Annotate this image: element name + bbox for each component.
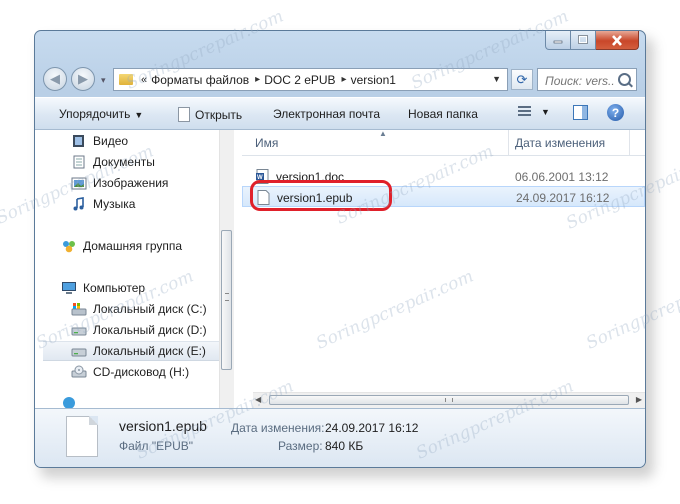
maximize-icon: [578, 35, 588, 44]
nav-label: CD-дисковод (H:): [93, 365, 190, 379]
folder-icon: [119, 74, 133, 85]
nav-item-drive-e[interactable]: Локальный диск (E:): [43, 341, 219, 361]
nav-label: Локальный диск (C:): [93, 302, 207, 316]
refresh-icon: ⟳: [516, 71, 528, 87]
open-label: Открыть: [195, 108, 243, 122]
email-button[interactable]: Электронная почта: [273, 107, 380, 121]
homegroup-icon: [63, 241, 75, 253]
documents-library-icon: [73, 155, 85, 169]
file-date: 24.09.2017 16:12: [516, 191, 610, 205]
details-size-value: 840 КБ: [325, 439, 364, 453]
organize-button[interactable]: Упорядочить ▼: [59, 107, 143, 121]
horizontal-scrollbar-thumb[interactable]: [269, 395, 629, 405]
details-modified-label: Дата изменения:: [231, 421, 325, 435]
highlight-ring: [250, 180, 392, 211]
back-arrow-icon: ◀: [50, 71, 60, 86]
nav-label: Документы: [93, 155, 155, 169]
change-view-button[interactable]: [518, 106, 531, 119]
file-thumbnail-icon: [66, 416, 98, 457]
scroll-left-icon[interactable]: ◀: [255, 395, 261, 404]
details-modified-value: 24.09.2017 16:12: [325, 421, 419, 435]
details-file-name: version1.epub: [119, 418, 207, 434]
scroll-right-icon[interactable]: ▶: [636, 395, 642, 404]
address-row: ◀ ▶ ▾ « Форматы файлов ▸ DOC 2 ePUB ▸ ve…: [35, 65, 645, 95]
breadcrumb-item[interactable]: Форматы файлов: [151, 73, 249, 87]
nav-label: Домашняя группа: [83, 239, 183, 253]
new-folder-button[interactable]: Новая папка: [408, 107, 478, 121]
close-button[interactable]: [596, 31, 639, 50]
caption-buttons: [545, 31, 639, 50]
open-button[interactable]: Открыть: [178, 107, 242, 122]
breadcrumb-overflow[interactable]: «: [141, 74, 147, 86]
column-divider[interactable]: [629, 130, 630, 155]
recent-pages-dropdown[interactable]: ▾: [101, 75, 106, 86]
system-drive-icon: [71, 303, 87, 316]
refresh-button[interactable]: ⟳: [511, 69, 533, 90]
computer-icon: [62, 282, 76, 294]
breadcrumb-separator-icon[interactable]: ▸: [342, 74, 347, 85]
help-icon[interactable]: ?: [607, 104, 624, 121]
document-icon: [178, 107, 190, 122]
details-file-type: Файл "EPUB": [119, 439, 194, 453]
nav-label: Компьютер: [83, 281, 146, 295]
drive-icon: [71, 348, 87, 357]
breadcrumb-item[interactable]: version1: [351, 73, 396, 87]
content-area: Видео Документы Изображения Музыка Домаш…: [35, 129, 645, 408]
address-dropdown-icon[interactable]: ▼: [492, 74, 501, 84]
sort-ascending-icon: ▲: [379, 129, 387, 138]
video-library-icon: [73, 135, 84, 147]
cd-drive-icon: [71, 365, 87, 378]
minimize-button[interactable]: [545, 31, 571, 50]
file-date: 06.06.2001 13:12: [515, 170, 609, 184]
organize-label: Упорядочить: [59, 107, 131, 121]
column-header-date[interactable]: Дата изменения: [515, 136, 605, 150]
drive-icon: [71, 327, 87, 336]
back-button[interactable]: ◀: [43, 67, 67, 91]
details-pane: version1.epub Файл "EPUB" Дата изменения…: [35, 408, 645, 467]
nav-label: Музыка: [93, 197, 136, 211]
address-bar[interactable]: « Форматы файлов ▸ DOC 2 ePUB ▸ version1…: [113, 68, 508, 91]
nav-label: Видео: [93, 134, 129, 148]
details-size-label: Размер:: [278, 439, 323, 453]
close-icon: [612, 34, 622, 46]
explorer-window: ◀ ▶ ▾ « Форматы файлов ▸ DOC 2 ePUB ▸ ve…: [34, 30, 646, 468]
music-library-icon: [73, 197, 84, 211]
nav-label: Локальный диск (E:): [93, 344, 206, 358]
minimize-icon: [553, 40, 563, 44]
horizontal-scrollbar[interactable]: ◀ ▶: [253, 392, 645, 408]
search-box[interactable]: [537, 68, 637, 91]
nav-scrollbar[interactable]: [219, 130, 234, 408]
nav-label: Изображения: [93, 176, 169, 190]
navigation-pane: Видео Документы Изображения Музыка Домаш…: [35, 130, 234, 408]
column-header-row: ▲ Имя Дата изменения: [242, 129, 645, 156]
nav-scrollbar-thumb[interactable]: [221, 230, 232, 370]
forward-button[interactable]: ▶: [71, 67, 95, 91]
command-bar: Упорядочить ▼ Открыть Электронная почта Н…: [35, 97, 645, 130]
preview-pane-icon[interactable]: [573, 105, 588, 120]
network-icon: [63, 397, 75, 408]
file-list: ▲ Имя Дата изменения W version1.doc 06.0…: [242, 129, 645, 408]
view-dropdown-icon[interactable]: ▼: [541, 107, 550, 117]
breadcrumb-item[interactable]: DOC 2 ePUB: [264, 73, 335, 87]
pictures-library-icon: [71, 177, 87, 190]
forward-arrow-icon: ▶: [78, 71, 88, 86]
search-icon[interactable]: [618, 73, 631, 86]
column-divider[interactable]: [508, 130, 509, 155]
search-input[interactable]: [543, 73, 617, 89]
chevron-down-icon: ▼: [134, 110, 144, 120]
pane-splitter[interactable]: [234, 130, 242, 408]
nav-label: Локальный диск (D:): [93, 323, 207, 337]
breadcrumb-separator-icon[interactable]: ▸: [255, 74, 260, 85]
maximize-button[interactable]: [571, 31, 596, 50]
column-header-name[interactable]: Имя: [255, 136, 278, 150]
